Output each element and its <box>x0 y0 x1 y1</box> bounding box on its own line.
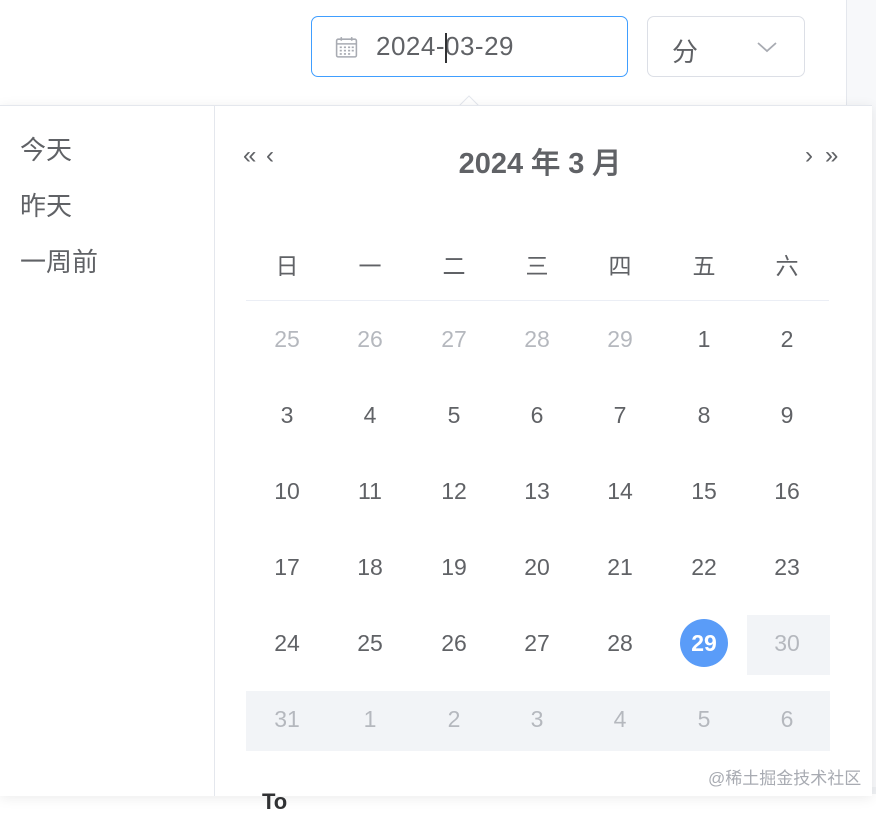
prev-month-button[interactable]: ‹ <box>266 144 274 168</box>
day-cell[interactable]: 2 <box>757 326 817 353</box>
day-cell[interactable]: 19 <box>424 554 484 581</box>
day-cell-other-month[interactable]: 1 <box>340 706 400 733</box>
weekday-header: 四 <box>608 253 632 279</box>
chevron-down-icon <box>757 42 777 53</box>
unit-select-value: 分 <box>672 37 699 67</box>
day-cell-other-month[interactable]: 31 <box>257 706 317 733</box>
day-cell-other-month[interactable]: 5 <box>674 706 734 733</box>
day-cell[interactable]: 28 <box>590 630 650 657</box>
day-cell-other-month[interactable]: 4 <box>590 706 650 733</box>
day-cell[interactable]: 15 <box>674 478 734 505</box>
day-cell-other-month[interactable]: 6 <box>757 706 817 733</box>
shortcut-today[interactable]: 今天 <box>20 130 72 167</box>
date-picker-panel: 今天 昨天 一周前 « ‹ 2024 年 3 月 › » 日一二三四五六 25 2… <box>0 105 872 814</box>
day-cell[interactable]: 14 <box>590 478 650 505</box>
weekday-header: 二 <box>442 253 466 279</box>
day-cell-selected[interactable]: 29 <box>680 619 728 667</box>
day-cell[interactable]: 11 <box>340 478 400 505</box>
date-input[interactable]: 2024-03-29 <box>311 16 628 77</box>
day-cell[interactable]: 3 <box>257 402 317 429</box>
weekday-header: 一 <box>358 253 382 279</box>
day-cell-other-month[interactable]: 27 <box>424 326 484 353</box>
day-cell[interactable]: 7 <box>590 402 650 429</box>
day-cell-other-month[interactable]: 2 <box>424 706 484 733</box>
day-cell[interactable]: 4 <box>340 402 400 429</box>
day-cell[interactable]: 26 <box>424 630 484 657</box>
day-cell-other-month[interactable]: 26 <box>340 326 400 353</box>
shortcut-yesterday[interactable]: 昨天 <box>20 186 72 223</box>
day-cell-other-month[interactable]: 30 <box>757 630 817 657</box>
next-year-button[interactable]: » <box>825 144 838 168</box>
day-cell[interactable]: 17 <box>257 554 317 581</box>
day-cell[interactable]: 6 <box>507 402 567 429</box>
day-cell[interactable]: 21 <box>590 554 650 581</box>
month-year-title[interactable]: 2024 年 3 月 <box>340 140 740 182</box>
weekday-header: 六 <box>775 253 799 279</box>
day-cell[interactable]: 5 <box>424 402 484 429</box>
shortcut-week-ago[interactable]: 一周前 <box>20 242 98 279</box>
day-cell[interactable]: 16 <box>757 478 817 505</box>
prev-year-button[interactable]: « <box>243 144 256 168</box>
day-cell-other-month[interactable]: 25 <box>257 326 317 353</box>
day-cell[interactable]: 8 <box>674 402 734 429</box>
day-cell[interactable]: 12 <box>424 478 484 505</box>
watermark: @稀土掘金技术社区 <box>708 769 862 788</box>
text-caret <box>445 33 447 63</box>
day-cell[interactable]: 22 <box>674 554 734 581</box>
day-cell[interactable]: 18 <box>340 554 400 581</box>
day-cell[interactable]: 23 <box>757 554 817 581</box>
shortcut-sidebar: 今天 昨天 一周前 <box>0 106 215 796</box>
day-cell[interactable]: 1 <box>674 326 734 353</box>
weekday-divider <box>246 300 829 301</box>
day-cell-other-month[interactable]: 3 <box>507 706 567 733</box>
next-month-button[interactable]: › <box>805 144 813 168</box>
weekday-header: 日 <box>275 253 299 279</box>
day-cell[interactable]: 27 <box>507 630 567 657</box>
calendar-icon <box>335 37 358 58</box>
day-cell[interactable]: 13 <box>507 478 567 505</box>
weekday-header: 五 <box>692 253 716 279</box>
day-cell[interactable]: 24 <box>257 630 317 657</box>
day-cell-other-month[interactable]: 29 <box>590 326 650 353</box>
unit-select[interactable]: 分 <box>647 16 805 77</box>
day-cell[interactable]: 25 <box>340 630 400 657</box>
weekday-header: 三 <box>525 253 549 279</box>
day-cell[interactable]: 10 <box>257 478 317 505</box>
day-cell-other-month[interactable]: 28 <box>507 326 567 353</box>
footer-partial-text: To <box>262 789 288 814</box>
day-cell[interactable]: 20 <box>507 554 567 581</box>
day-cell[interactable]: 9 <box>757 402 817 429</box>
